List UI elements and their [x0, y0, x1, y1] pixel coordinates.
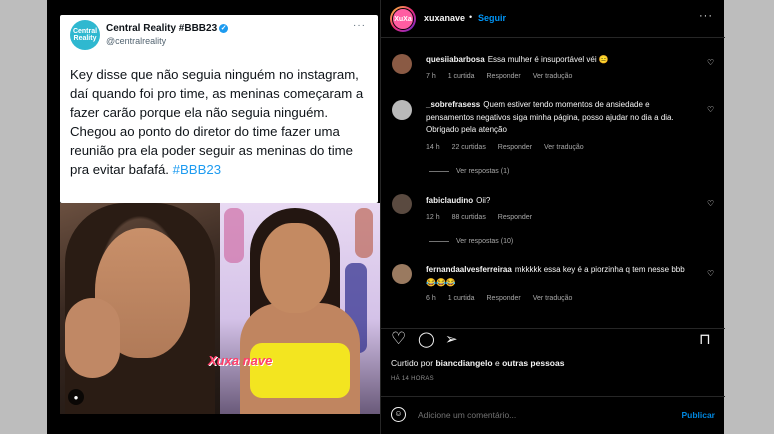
- user-tag-icon[interactable]: ●: [68, 389, 84, 405]
- comment-input[interactable]: [418, 406, 668, 424]
- post-media: Central Reality Central Reality #BBB23 ✓ …: [47, 0, 380, 434]
- post-sidebar: XuXa xuxanave • Seguir ··· quesiiabarbos…: [380, 0, 725, 434]
- more-options-icon[interactable]: ···: [699, 10, 713, 22]
- comment-avatar[interactable]: [392, 54, 412, 74]
- tweet-handle: @centralreality: [106, 36, 167, 46]
- reply-button[interactable]: Responder: [498, 214, 532, 221]
- post-time: HÁ 14 HORAS: [391, 376, 434, 382]
- comment-avatar[interactable]: [392, 264, 412, 284]
- save-icon[interactable]: ⊓: [699, 332, 711, 348]
- tweet-more-icon: ···: [353, 20, 366, 31]
- view-replies-button[interactable]: Ver respostas (10): [456, 238, 513, 245]
- translate-button[interactable]: Ver tradução: [533, 73, 573, 80]
- comment-username[interactable]: fabiclaudino: [426, 196, 473, 205]
- tweet-text: Key disse que não seguia ninguém no inst…: [70, 65, 372, 179]
- comment-time: 12 h: [426, 214, 440, 221]
- comment-text: _sobrefrasess Quem estiver tendo momentos…: [426, 99, 696, 137]
- comment-like-icon[interactable]: ♡: [707, 199, 714, 208]
- comment-likes[interactable]: 88 curtidas: [452, 214, 486, 221]
- photo-woman-smiling: [220, 203, 380, 414]
- reply-button[interactable]: Responder: [498, 144, 532, 151]
- comment-content: Oii?: [476, 196, 491, 205]
- photo-woman-closeup: ●: [60, 203, 220, 414]
- comment-meta: 7 h 1 curtida Responder Ver tradução: [426, 73, 582, 80]
- profile-username[interactable]: xuxanave: [424, 13, 465, 23]
- post-header: XuXa xuxanave • Seguir ···: [381, 0, 725, 38]
- reply-button[interactable]: Responder: [487, 73, 521, 80]
- translate-button[interactable]: Ver tradução: [533, 295, 573, 302]
- screenshot-frame: Central Reality Central Reality #BBB23 ✓ …: [0, 0, 774, 434]
- comment-content: Essa mulher é insuportável véi 😑: [487, 55, 609, 64]
- tweet-avatar: Central Reality: [70, 20, 100, 50]
- comment-likes[interactable]: 1 curtida: [448, 73, 475, 80]
- liked-by-user[interactable]: biancdiangelo: [435, 358, 492, 368]
- comment-time: 14 h: [426, 144, 440, 151]
- comment-avatar[interactable]: [392, 100, 412, 120]
- comment-like-icon[interactable]: ♡: [707, 105, 714, 114]
- comment-icon[interactable]: ◯: [418, 332, 435, 348]
- profile-avatar-label: XuXa: [392, 8, 414, 30]
- comment-likes[interactable]: 1 curtida: [448, 295, 475, 302]
- share-icon[interactable]: ➢: [445, 332, 458, 348]
- comment-like-icon[interactable]: ♡: [707, 269, 714, 278]
- comment-username[interactable]: _sobrefrasess: [426, 100, 480, 109]
- comment-likes[interactable]: 22 curtidas: [452, 144, 486, 151]
- comment-username[interactable]: fernandaalvesferreiraa: [426, 265, 512, 274]
- emoji-icon[interactable]: ☺: [391, 407, 406, 422]
- wall-drawing: [224, 208, 244, 263]
- like-icon[interactable]: ♡: [391, 330, 406, 347]
- tweet-hashtag: #BBB23: [172, 162, 222, 177]
- follow-button[interactable]: Seguir: [478, 13, 506, 23]
- profile-avatar[interactable]: XuXa: [390, 6, 416, 32]
- post-photos: ● Xuxa nave: [60, 203, 380, 414]
- face-shape: [260, 223, 330, 313]
- comment-username[interactable]: quesiiabarbosa: [426, 55, 485, 64]
- liked-by-others[interactable]: outras pessoas: [502, 358, 564, 368]
- view-replies-button[interactable]: Ver respostas (1): [456, 168, 509, 175]
- comment-meta: 12 h 88 curtidas Responder: [426, 214, 542, 221]
- liked-by-prefix: Curtido por: [391, 358, 434, 368]
- header-separator: •: [469, 12, 473, 22]
- comment-like-icon[interactable]: ♡: [707, 58, 714, 67]
- liked-by-connector: e: [494, 358, 500, 368]
- comment-avatar[interactable]: [392, 194, 412, 214]
- hand-shape: [65, 298, 120, 378]
- translate-button[interactable]: Ver tradução: [544, 144, 584, 151]
- tweet-body: Key disse que não seguia ninguém no inst…: [70, 67, 364, 177]
- comment-time: 7 h: [426, 73, 436, 80]
- wall-drawing: [355, 208, 373, 258]
- tweet-author-name-text: Central Reality #BBB23: [106, 23, 218, 34]
- post-actions: ♡ ◯ ➢ ⊓: [381, 328, 725, 352]
- comment-meta: 6 h 1 curtida Responder Ver tradução: [426, 295, 582, 302]
- publish-button[interactable]: Publicar: [681, 410, 715, 420]
- verified-icon: ✓: [219, 23, 229, 33]
- tweet-author-name: Central Reality #BBB23 ✓: [106, 23, 229, 34]
- comment-text: quesiiabarbosa Essa mulher é insuportável…: [426, 54, 696, 67]
- comment-meta: 14 h 22 curtidas Responder Ver tradução: [426, 144, 594, 151]
- xuxanave-logo: Xuxa nave: [208, 353, 273, 368]
- reply-button[interactable]: Responder: [487, 295, 521, 302]
- yellow-top: [250, 343, 350, 398]
- liked-by: Curtido por biancdiangelo e outras pesso…: [391, 358, 564, 368]
- comment-text: fabiclaudino Oii?: [426, 195, 696, 208]
- add-comment-bar: ☺ Publicar: [381, 396, 725, 434]
- comment-text: fernandaalvesferreiraa mkkkkk essa key é …: [426, 264, 696, 289]
- comment-time: 6 h: [426, 295, 436, 302]
- embedded-tweet: Central Reality Central Reality #BBB23 ✓ …: [60, 15, 378, 203]
